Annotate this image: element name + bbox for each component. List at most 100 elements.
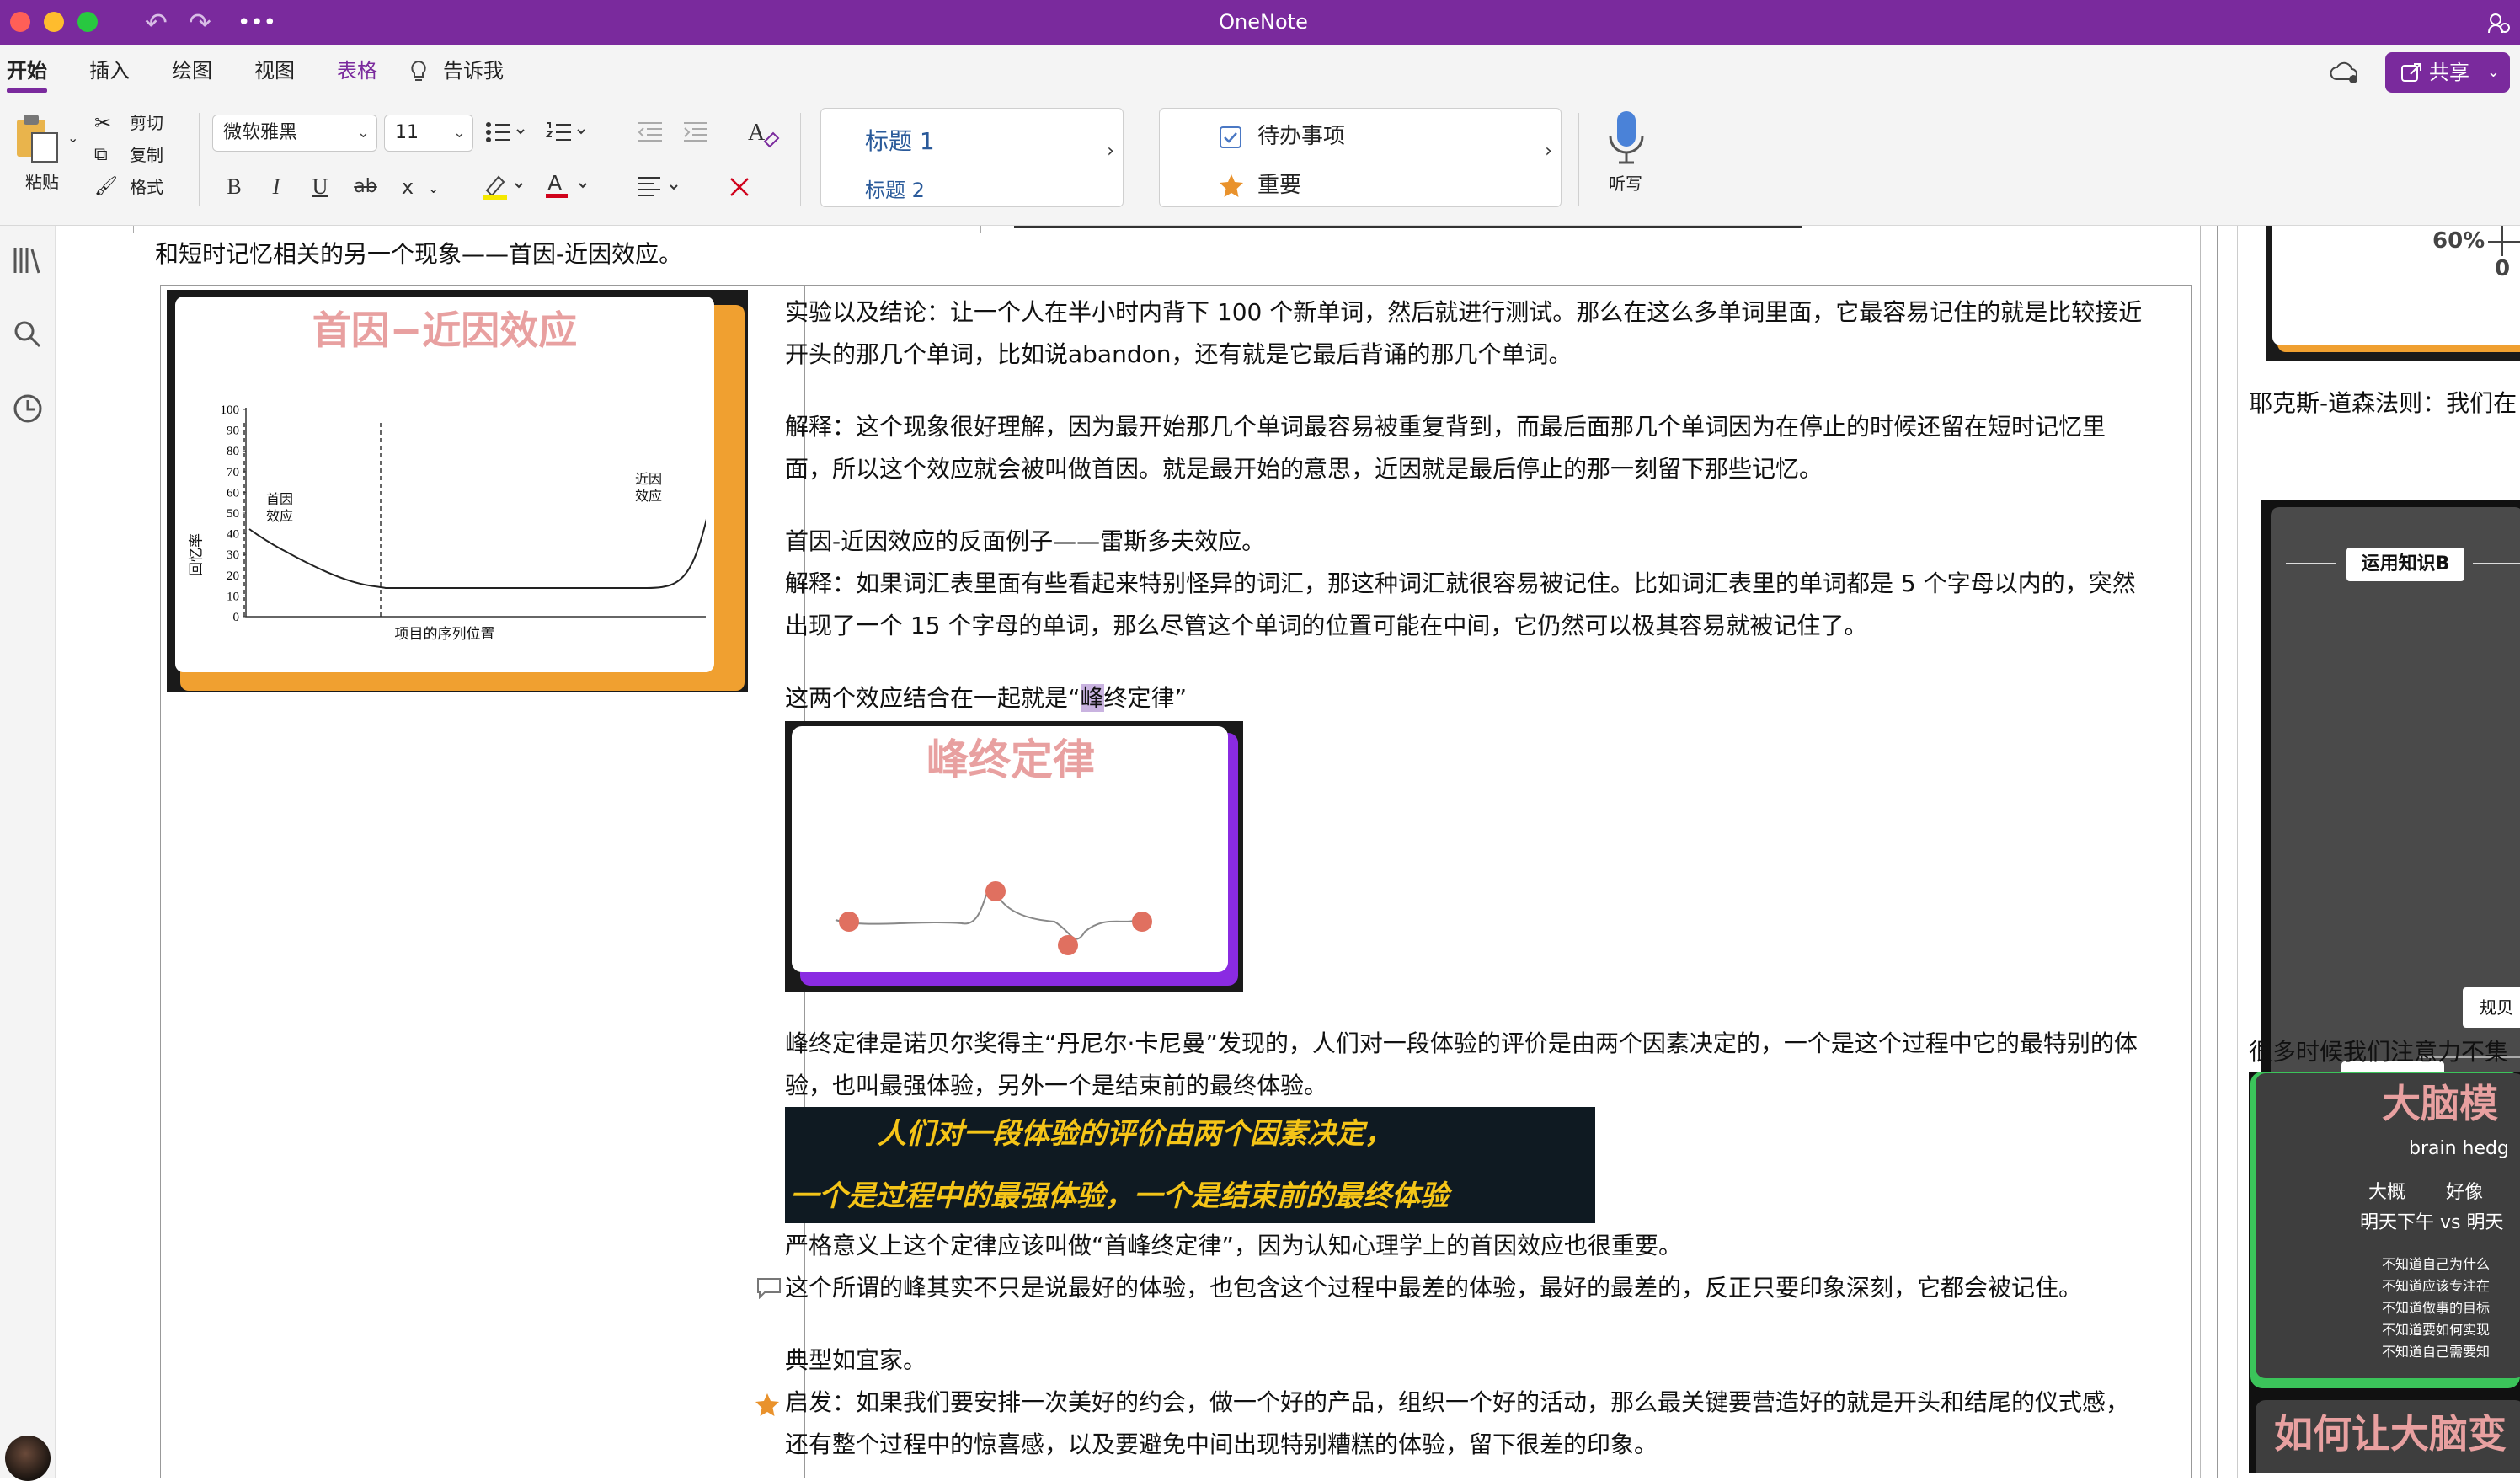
copy-button[interactable]: 复制 [130, 143, 163, 167]
table-border [133, 226, 134, 233]
primacy-label-line: 首因 [266, 493, 294, 507]
highlighter-icon[interactable] [482, 172, 529, 200]
tab-table[interactable]: 表格 [337, 57, 377, 84]
format-painter-button[interactable]: 格式 [130, 175, 163, 199]
primacy-recency-image[interactable]: 首因−近因效应 100 90 80 70 60 50 40 30 20 10 0 回忆率 项目的序列… [167, 290, 748, 692]
numbered-list-icon[interactable] [546, 121, 586, 143]
tags-gallery[interactable]: 待办事项 重要 › [1159, 108, 1562, 207]
tag-important[interactable]: 重要 [1257, 171, 1301, 200]
example-paragraph[interactable]: 典型如宜家。 [785, 1339, 926, 1382]
zoom-window-button[interactable] [77, 12, 98, 32]
subscript-button[interactable]: x [399, 174, 416, 200]
gallery-expand-icon[interactable]: › [1545, 141, 1552, 162]
delete-icon[interactable] [728, 175, 751, 199]
percentage-chart-image[interactable]: 60% 0 [2266, 226, 2520, 361]
insight-paragraph[interactable]: 启发：如果我们要安排一次美好的约会，做一个好的产品，组织一个好的活动，那么最关键… [785, 1382, 2129, 1466]
more-icon[interactable]: ••• [238, 7, 276, 39]
underline-button[interactable]: U [310, 174, 330, 200]
brain-list-line: 不知道要如何实现 [2382, 1322, 2491, 1338]
undo-icon[interactable]: ↶ [145, 7, 168, 39]
tab-home[interactable]: 开始 [7, 57, 47, 93]
y-tick-label: 70 [227, 466, 239, 479]
brain-list-line: 不知道自己为什么 [2382, 1256, 2491, 1272]
text-span: 终定律” [1103, 684, 1188, 712]
svg-text:A: A [748, 120, 766, 146]
user-avatar[interactable] [5, 1436, 51, 1481]
style-heading-2[interactable]: 标题 2 [865, 178, 925, 203]
font-family-value: 微软雅黑 [223, 122, 298, 143]
minimize-window-button[interactable] [44, 12, 64, 32]
tag-todo[interactable]: 待办事项 [1257, 122, 1345, 151]
primacy-label: 首因 效应 [266, 492, 293, 526]
yerkes-dodson-text[interactable]: 耶克斯-道森法则：我们在 [2249, 382, 2517, 425]
bold-button[interactable]: B [224, 174, 244, 200]
peak-end-image[interactable]: 峰终定律 [785, 721, 1243, 992]
redo-icon[interactable]: ↷ [189, 7, 211, 39]
styles-gallery[interactable]: 标题 1 标题 2 › [820, 108, 1124, 207]
strikethrough-button[interactable]: ab [350, 174, 381, 200]
quote-banner-image[interactable]: 人们对一段体验的评价由两个因素决定， 一个是过程中的最强体验，一个是结束前的最终… [785, 1107, 1595, 1223]
decrease-indent-icon[interactable] [637, 121, 664, 143]
microphone-icon[interactable] [1607, 108, 1646, 167]
cut-button[interactable]: 剪切 [130, 111, 163, 135]
comment-icon[interactable] [756, 1277, 782, 1299]
attention-text[interactable]: 很多时候我们注意力不集 [2249, 1031, 2508, 1073]
ribbon-divider [199, 113, 200, 206]
close-window-button[interactable] [10, 12, 30, 32]
explanation-paragraph[interactable]: 解释：这个现象很好理解，因为最开始那几个单词最容易被重复背到，而最后面那几个单词… [785, 406, 2106, 490]
text-line: 验，也叫最强体验，另外一个是结束前的最终体验。 [785, 1072, 1328, 1099]
account-icon[interactable] [2486, 10, 2512, 35]
text-line: 实验以及结论：让一个人在半小时内背下 100 个新单词，然后就进行测试。那么在这… [785, 298, 2143, 326]
clear-formatting-icon[interactable]: A [746, 116, 780, 150]
share-button[interactable]: 共享 ⌄ [2385, 52, 2510, 93]
peak-end-paragraph[interactable]: 峰终定律是诺贝尔奖得主“丹尼尔·卡尼曼”发现的，人们对一段体验的评价是由两个因素… [785, 1023, 2138, 1107]
font-family-select[interactable]: 微软雅黑 ⌄ [212, 115, 377, 152]
peak-note-paragraph[interactable]: 这个所谓的峰其实不只是说最好的体验，也包含这个过程中最差的体验，最好的最差的，反… [785, 1267, 2082, 1309]
experiment-paragraph[interactable]: 实验以及结论：让一个人在半小时内背下 100 个新单词，然后就进行测试。那么在这… [785, 291, 2142, 376]
combine-text[interactable]: 这两个效应结合在一起就是“峰终定律” [785, 677, 1187, 719]
arrow-line [2473, 563, 2520, 564]
text-line: 开头的那几个单词，比如说abandon，还有就是它最后背诵的那几个单词。 [785, 340, 1572, 368]
paste-chevron-icon[interactable]: ⌄ [67, 126, 78, 150]
paste-button[interactable]: 粘贴 [25, 170, 59, 194]
italic-button[interactable]: I [266, 174, 286, 200]
sync-status-icon[interactable] [2328, 61, 2362, 86]
dictate-button[interactable]: 听写 [1609, 172, 1642, 195]
bottom-title: 如何让大脑变 [2274, 1411, 2507, 1457]
table-border [980, 226, 981, 233]
intro-text[interactable]: 和短时记忆相关的另一个现象——首因-近因效应。 [155, 238, 682, 271]
table-border [1014, 226, 1802, 228]
gallery-expand-icon[interactable]: › [1107, 141, 1114, 162]
tab-view[interactable]: 视图 [254, 57, 295, 84]
font-size-select[interactable]: 11 ⌄ [384, 115, 473, 152]
strict-paragraph[interactable]: 严格意义上这个定律应该叫做“首峰终定律”，因为认知心理学上的首因效应也很重要。 [785, 1225, 1682, 1267]
font-color-icon[interactable]: A [546, 170, 596, 200]
y-axis-label: 回忆率 [188, 533, 205, 576]
paste-icon[interactable] [13, 113, 61, 163]
brain-title: 大脑模 [2382, 1081, 2498, 1126]
notebooks-icon[interactable] [12, 244, 44, 276]
tell-me-search[interactable]: 告诉我 [443, 57, 504, 84]
diagram-node-rule: 规贝 [2463, 987, 2520, 1028]
text-line: 解释：如果词汇表里面有些看起来特别怪异的词汇，那这种词汇就很容易被记住。比如词汇… [785, 569, 2136, 597]
brain-model-image[interactable]: 大脑模 brain hedg 大概 好像 明天下午 vs 明天 不知道自己为什么… [2249, 1072, 2520, 1473]
tab-insert[interactable]: 插入 [89, 57, 130, 84]
table-border [2217, 226, 2218, 1478]
recency-label-line: 近因 [635, 473, 663, 487]
search-icon[interactable] [12, 318, 44, 350]
chevron-down-icon[interactable]: ⌄ [428, 177, 439, 200]
y-tick-label: 60 [227, 486, 239, 500]
tab-draw[interactable]: 绘图 [172, 57, 212, 84]
recent-notes-icon[interactable] [12, 393, 44, 425]
copy-icon: ⧉ [94, 144, 108, 165]
star-icon[interactable] [755, 1392, 780, 1417]
page-content: 和短时记忆相关的另一个现象——首因-近因效应。 首因−近因效应 100 90 80 7… [56, 226, 2520, 1478]
text-line: 解释：这个现象很好理解，因为最开始那几个单词最容易被重复背到，而最后面那几个单词… [785, 413, 2106, 441]
bullet-list-icon[interactable] [485, 121, 526, 143]
increase-indent-icon[interactable] [682, 121, 709, 143]
peak-end-curve [835, 881, 1152, 955]
y-tick-label: 20 [227, 569, 239, 583]
paragraph-align-icon[interactable] [637, 175, 684, 199]
style-heading-1[interactable]: 标题 1 [865, 127, 935, 156]
restorff-paragraph[interactable]: 首因-近因效应的反面例子——雷斯多夫效应。 解释：如果词汇表里面有些看起来特别怪… [785, 521, 2136, 647]
